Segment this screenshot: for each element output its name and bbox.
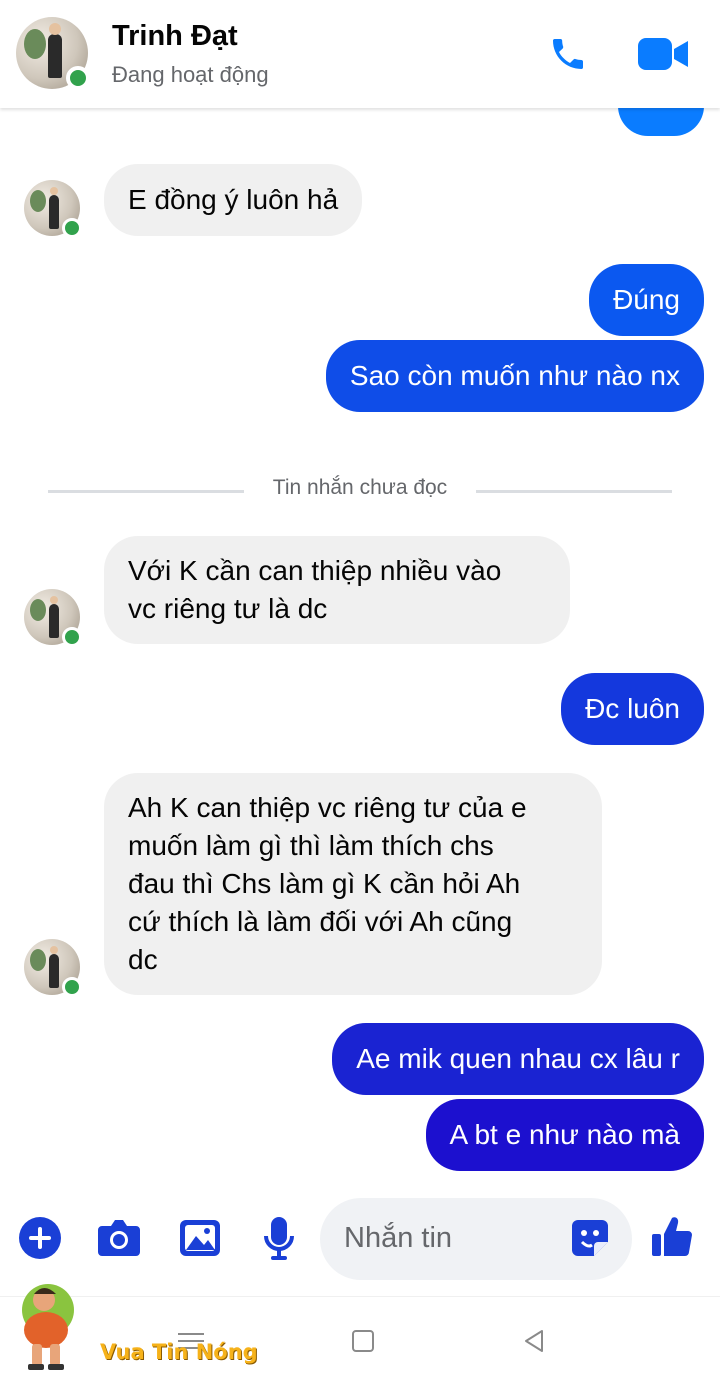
online-indicator bbox=[62, 218, 82, 238]
microphone-icon[interactable] bbox=[262, 1216, 296, 1262]
message-line: muốn làm gì thì làm thích chs bbox=[128, 830, 494, 861]
chat-header: Trinh Đạt Đang hoạt động bbox=[0, 0, 720, 108]
message-line: vc riêng tư là dc bbox=[128, 593, 328, 624]
incoming-message[interactable]: Với K cần can thiệp nhiều vào vc riêng t… bbox=[104, 536, 570, 644]
outgoing-message[interactable]: Sao còn muốn như nào nx bbox=[325, 340, 704, 412]
contact-name[interactable]: Trinh Đạt bbox=[112, 20, 238, 53]
message-line: đau thì Chs làm gì K cần hỏi Ah bbox=[128, 868, 521, 899]
video-call-icon[interactable] bbox=[638, 34, 690, 74]
message-list[interactable]: E đồng ý luôn hả Đúng Sao còn muốn như n… bbox=[0, 68, 720, 1196]
gallery-icon[interactable] bbox=[178, 1218, 222, 1258]
back-icon[interactable] bbox=[522, 1329, 546, 1353]
phone-icon[interactable] bbox=[546, 34, 590, 74]
unread-divider-label: Tin nhắn chưa đọc bbox=[272, 476, 448, 499]
add-icon[interactable] bbox=[18, 1216, 62, 1260]
incoming-message[interactable]: E đồng ý luôn hả bbox=[104, 164, 363, 236]
message-line: Ah K can thiệp vc riêng tư của e bbox=[128, 792, 527, 823]
message-composer: Nhắn tin bbox=[0, 1196, 720, 1296]
message-input-placeholder: Nhắn tin bbox=[344, 1222, 453, 1254]
online-indicator bbox=[62, 627, 82, 647]
message-line: cứ thích là làm đối với Ah cũng bbox=[128, 906, 513, 937]
message-line: dc bbox=[128, 944, 158, 975]
outgoing-message[interactable]: Đc luôn bbox=[561, 673, 704, 745]
watermark-text: Vua Tin Nóng bbox=[100, 1340, 258, 1364]
camera-icon[interactable] bbox=[96, 1218, 142, 1258]
outgoing-message[interactable]: Ae mik quen nhau cx lâu r bbox=[332, 1023, 704, 1095]
online-indicator bbox=[66, 66, 90, 90]
unread-divider: Tin nhắn chưa đọc bbox=[48, 476, 672, 499]
like-icon[interactable] bbox=[650, 1214, 694, 1260]
message-line: Với K cần can thiệp nhiều vào bbox=[128, 555, 502, 586]
online-indicator bbox=[62, 977, 82, 997]
incoming-message[interactable]: Ah K can thiệp vc riêng tư của e muốn là… bbox=[104, 773, 602, 995]
outgoing-message[interactable]: A bt e như nào mà bbox=[425, 1099, 704, 1171]
contact-status: Đang hoạt động bbox=[112, 62, 269, 87]
home-button[interactable] bbox=[352, 1330, 374, 1352]
outgoing-message[interactable]: Đúng bbox=[589, 264, 704, 336]
watermark-mascot-logo bbox=[22, 1284, 74, 1370]
sticker-icon[interactable] bbox=[570, 1218, 610, 1258]
